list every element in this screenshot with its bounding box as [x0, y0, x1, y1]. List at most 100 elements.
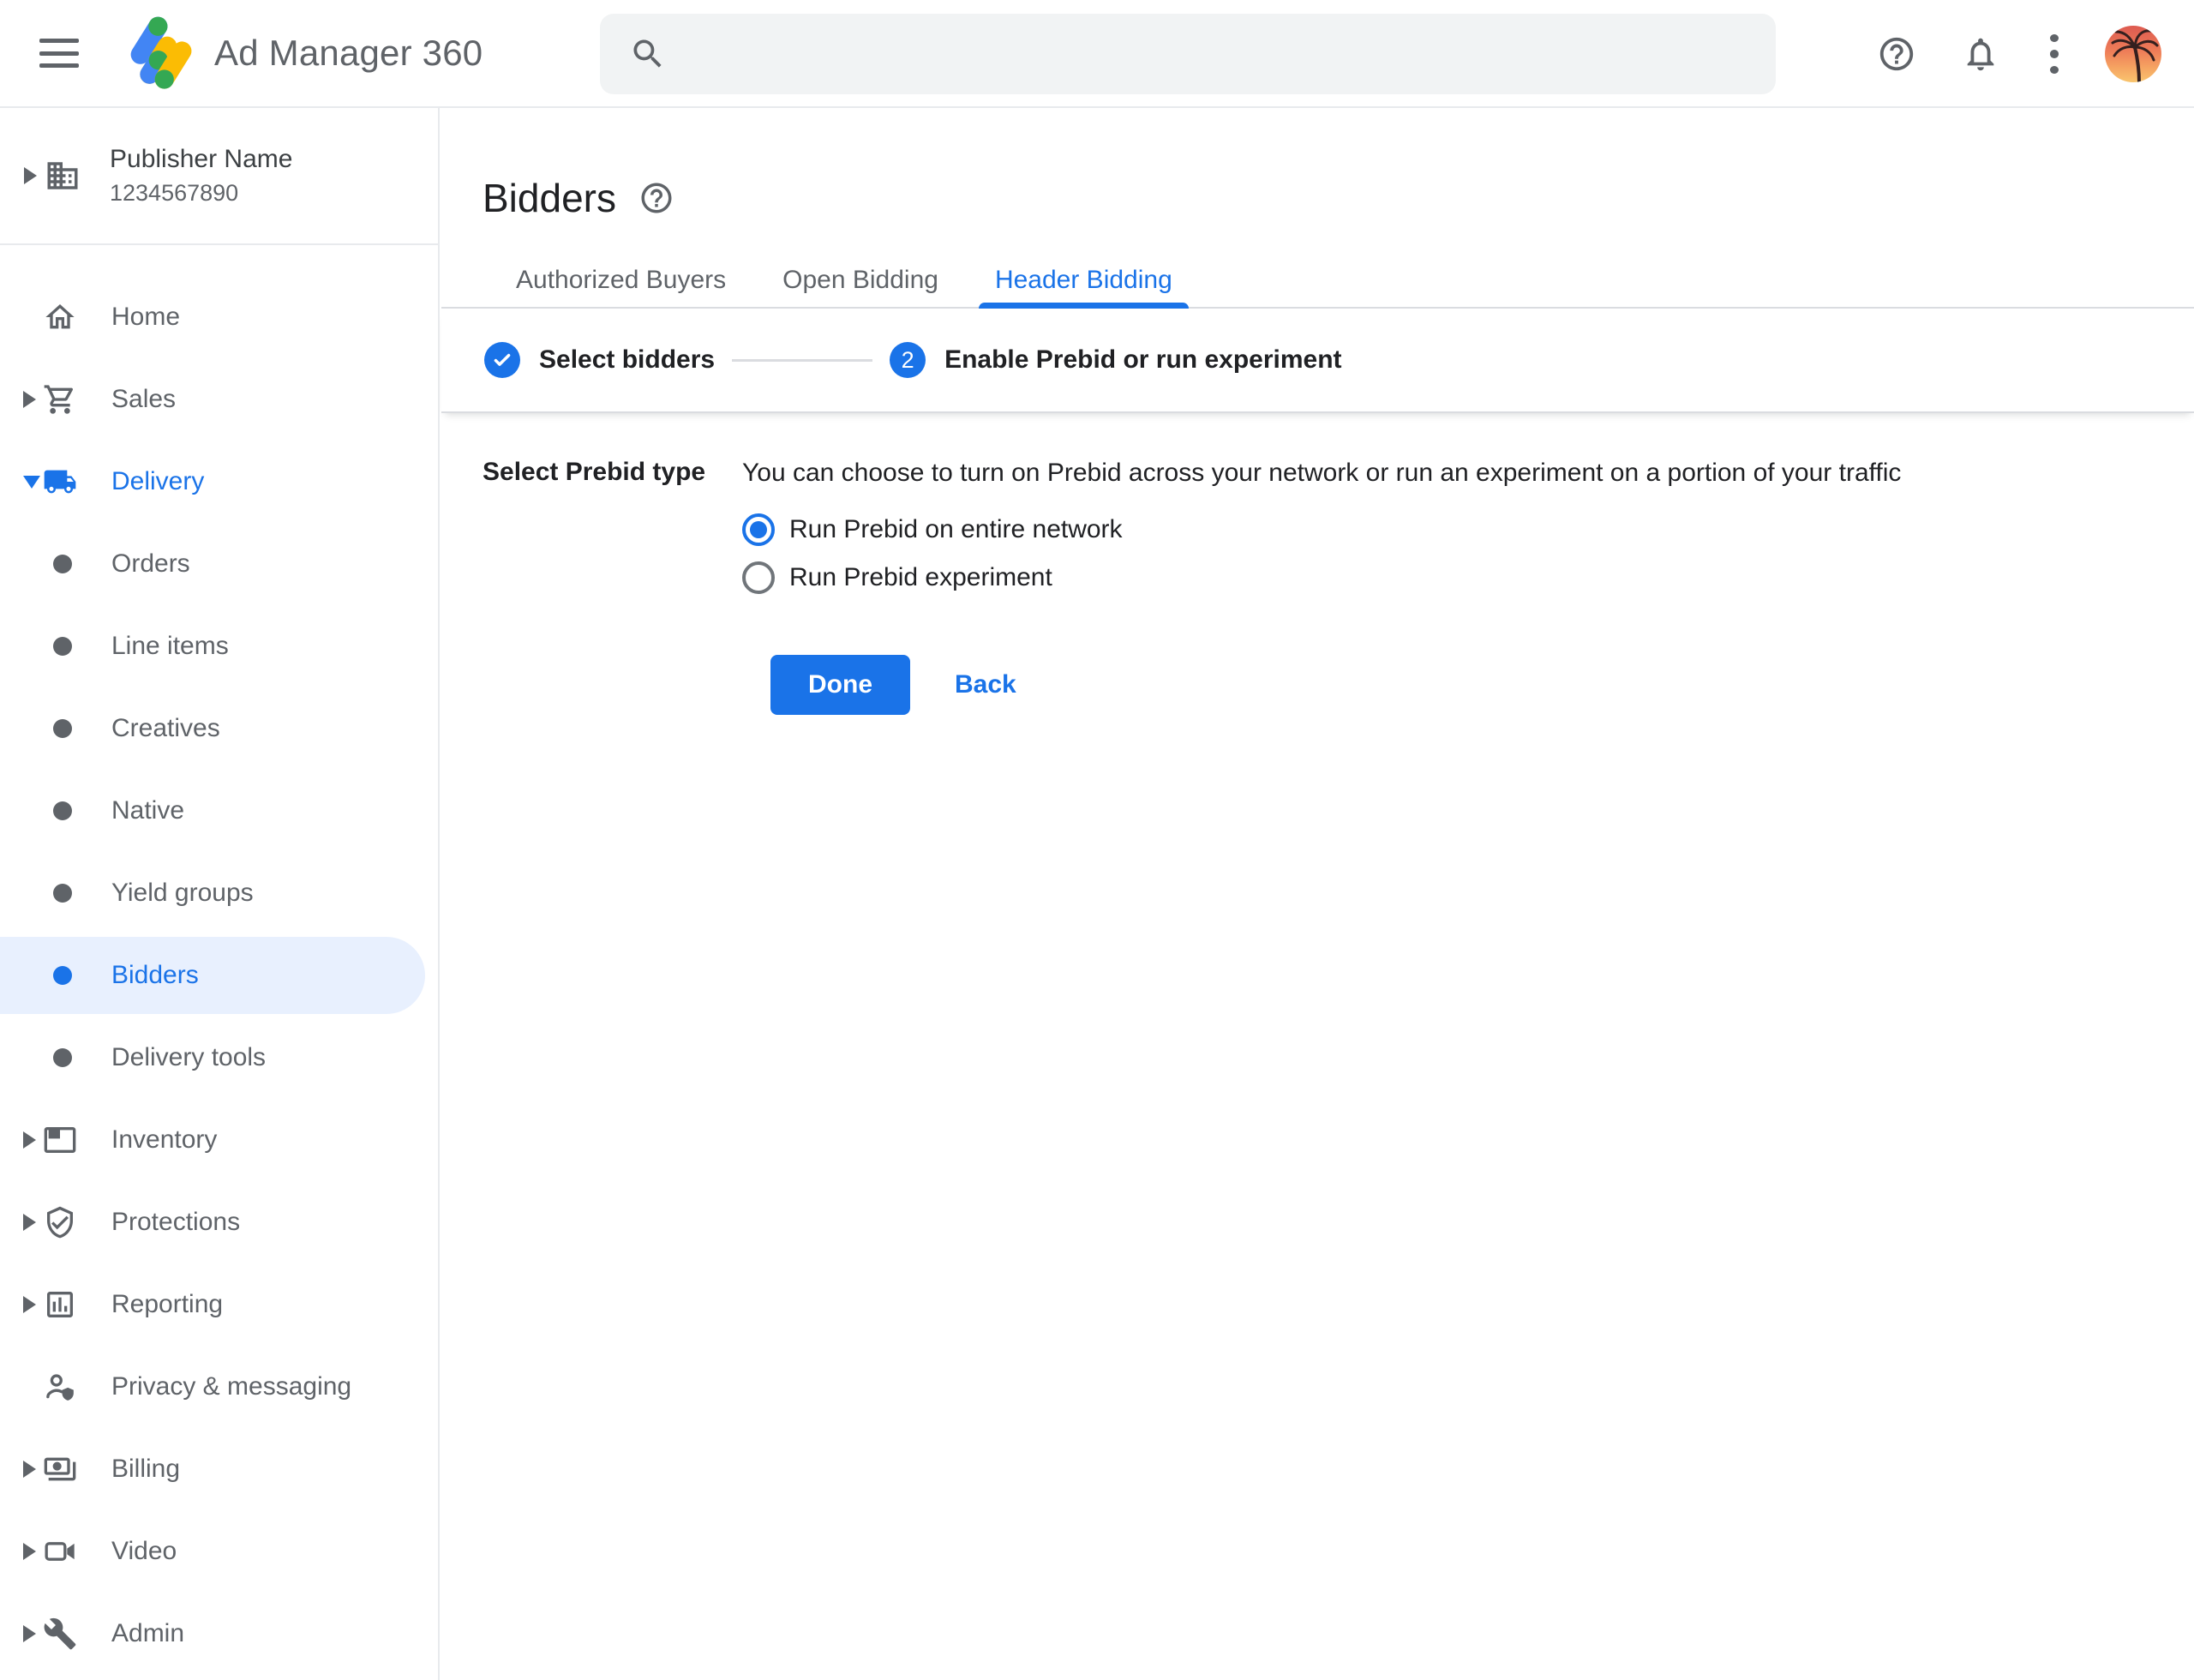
help-icon[interactable]	[1877, 34, 1916, 74]
sidebar-item-label: Native	[111, 796, 184, 825]
radio-option-label: Run Prebid on entire network	[789, 515, 1123, 544]
chevron-right-icon[interactable]	[23, 1131, 36, 1149]
step-check-icon	[484, 342, 520, 378]
radio-selected-icon[interactable]	[742, 513, 775, 546]
step-number: 2	[890, 342, 926, 378]
sidebar-item-orders[interactable]: Orders	[0, 523, 438, 605]
sidebar-item-label: Billing	[111, 1455, 180, 1484]
sidebar-item-protections[interactable]: Protections	[0, 1181, 438, 1263]
sidebar-item-label: Privacy & messaging	[111, 1372, 351, 1401]
form-content: You can choose to turn on Prebid across …	[742, 456, 1901, 715]
bullet-icon	[53, 966, 72, 985]
bar-chart-icon	[43, 1287, 77, 1322]
radio-unselected-icon[interactable]	[742, 561, 775, 594]
sidebar-item-billing[interactable]: Billing	[0, 1428, 438, 1510]
radio-group: Run Prebid on entire network Run Prebid e…	[742, 506, 1901, 602]
chevron-right-icon[interactable]	[23, 1214, 36, 1231]
step-label: Select bidders	[539, 345, 715, 375]
building-icon	[45, 158, 81, 194]
chevron-right-icon[interactable]	[23, 1625, 36, 1642]
menu-icon[interactable]	[39, 39, 79, 68]
sidebar-item-admin[interactable]: Admin	[0, 1593, 438, 1675]
step-2[interactable]: 2 Enable Prebid or run experiment	[890, 342, 1341, 378]
bullet-icon	[53, 884, 72, 903]
page-title: Bidders	[483, 178, 616, 218]
form-description: You can choose to turn on Prebid across …	[742, 456, 1901, 490]
sidebar-item-label: Creatives	[111, 714, 220, 743]
sidebar-item-label: Yield groups	[111, 879, 254, 908]
radio-option-run-prebid-on-entire-network[interactable]: Run Prebid on entire network	[742, 506, 1901, 554]
notifications-bell-icon[interactable]	[1961, 34, 2000, 74]
chevron-down-icon[interactable]	[23, 476, 40, 489]
sidebar-item-native[interactable]: Native	[0, 770, 438, 852]
tab-authorized-buyers[interactable]: Authorized Buyers	[488, 254, 754, 307]
sidebar-item-label: Bidders	[111, 961, 199, 990]
bullet-icon	[53, 555, 72, 573]
sidebar-item-reporting[interactable]: Reporting	[0, 1263, 438, 1346]
sidebar-item-bidders[interactable]: Bidders	[0, 934, 438, 1017]
sidebar-item-label: Orders	[111, 549, 190, 579]
search-icon	[629, 35, 667, 73]
sidebar-item-video[interactable]: Video	[0, 1510, 438, 1593]
sidebar-item-sales[interactable]: Sales	[0, 358, 438, 441]
tab-open-bidding[interactable]: Open Bidding	[754, 254, 967, 307]
sidebar-item-delivery[interactable]: Delivery	[0, 441, 438, 523]
sidebar-item-label: Video	[111, 1537, 177, 1566]
done-button[interactable]: Done	[770, 655, 910, 715]
palm-tree-photo	[2105, 26, 2161, 82]
chevron-right-icon[interactable]	[23, 1296, 36, 1313]
sidebar-item-home[interactable]: Home	[0, 276, 438, 358]
cart-icon	[43, 382, 77, 417]
tab-header-bidding[interactable]: Header Bidding	[967, 254, 1201, 307]
sidebar-item-delivery-tools[interactable]: Delivery tools	[0, 1017, 438, 1099]
sidebar-item-label: Inventory	[111, 1125, 217, 1155]
step-label: Enable Prebid or run experiment	[944, 345, 1341, 375]
sidebar-item-creatives[interactable]: Creatives	[0, 687, 438, 770]
search-bar	[600, 14, 1776, 94]
account-avatar[interactable]	[2105, 26, 2161, 82]
chevron-right-icon	[24, 167, 37, 184]
sidebar-item-label: Sales	[111, 385, 176, 414]
bullet-icon	[53, 719, 72, 738]
sidebar-item-line-items[interactable]: Line items	[0, 605, 438, 687]
sidebar-nav: Home Sales Delivery Orders Line items Creativ…	[0, 245, 438, 1675]
sidebar-item-privacy-messaging[interactable]: Privacy & messaging	[0, 1346, 438, 1428]
more-vert-icon[interactable]	[2050, 34, 2060, 74]
bullet-icon	[53, 801, 72, 820]
publisher-switcher[interactable]: Publisher Name 1234567890	[0, 108, 438, 245]
ad-manager-logo	[123, 14, 195, 93]
prebid-type-form: Select Prebid type You can choose to tur…	[441, 413, 2194, 715]
publisher-id: 1234567890	[110, 180, 292, 207]
step-1[interactable]: Select bidders	[484, 342, 715, 378]
form-label: Select Prebid type	[483, 456, 742, 715]
video-camera-icon	[43, 1534, 77, 1569]
chevron-right-icon[interactable]	[23, 391, 36, 408]
search-input[interactable]	[667, 14, 1776, 94]
sidebar-item-inventory[interactable]: Inventory	[0, 1099, 438, 1181]
sidebar-item-label: Delivery tools	[111, 1043, 266, 1072]
radio-option-label: Run Prebid experiment	[789, 563, 1052, 592]
chevron-right-icon[interactable]	[23, 1461, 36, 1478]
sidebar-item-label: Line items	[111, 632, 229, 661]
stepper: Select bidders 2 Enable Prebid or run expe…	[441, 309, 2194, 413]
sidebar-item-yield-groups[interactable]: Yield groups	[0, 852, 438, 934]
inventory-icon	[43, 1123, 77, 1157]
truck-icon	[43, 465, 77, 499]
radio-option-run-prebid-experiment[interactable]: Run Prebid experiment	[742, 554, 1901, 602]
sidebar-item-label: Home	[111, 303, 180, 332]
publisher-info: Publisher Name 1234567890	[110, 145, 292, 207]
bullet-icon	[53, 637, 72, 656]
back-link[interactable]: Back	[955, 670, 1016, 699]
wrench-icon	[43, 1617, 77, 1651]
help-icon[interactable]	[638, 180, 674, 216]
sidebar-item-label: Reporting	[111, 1290, 223, 1319]
sidebar-item-label: Admin	[111, 1619, 184, 1648]
main-content: Bidders Authorized BuyersOpen BiddingHea…	[441, 108, 2194, 1680]
person-shield-icon	[43, 1370, 77, 1404]
home-icon	[43, 300, 77, 334]
money-icon	[43, 1452, 77, 1486]
step-connector	[732, 359, 872, 362]
top-app-bar: Ad Manager 360	[0, 0, 2194, 108]
chevron-right-icon[interactable]	[23, 1543, 36, 1560]
form-actions: Done Back	[770, 655, 1901, 715]
